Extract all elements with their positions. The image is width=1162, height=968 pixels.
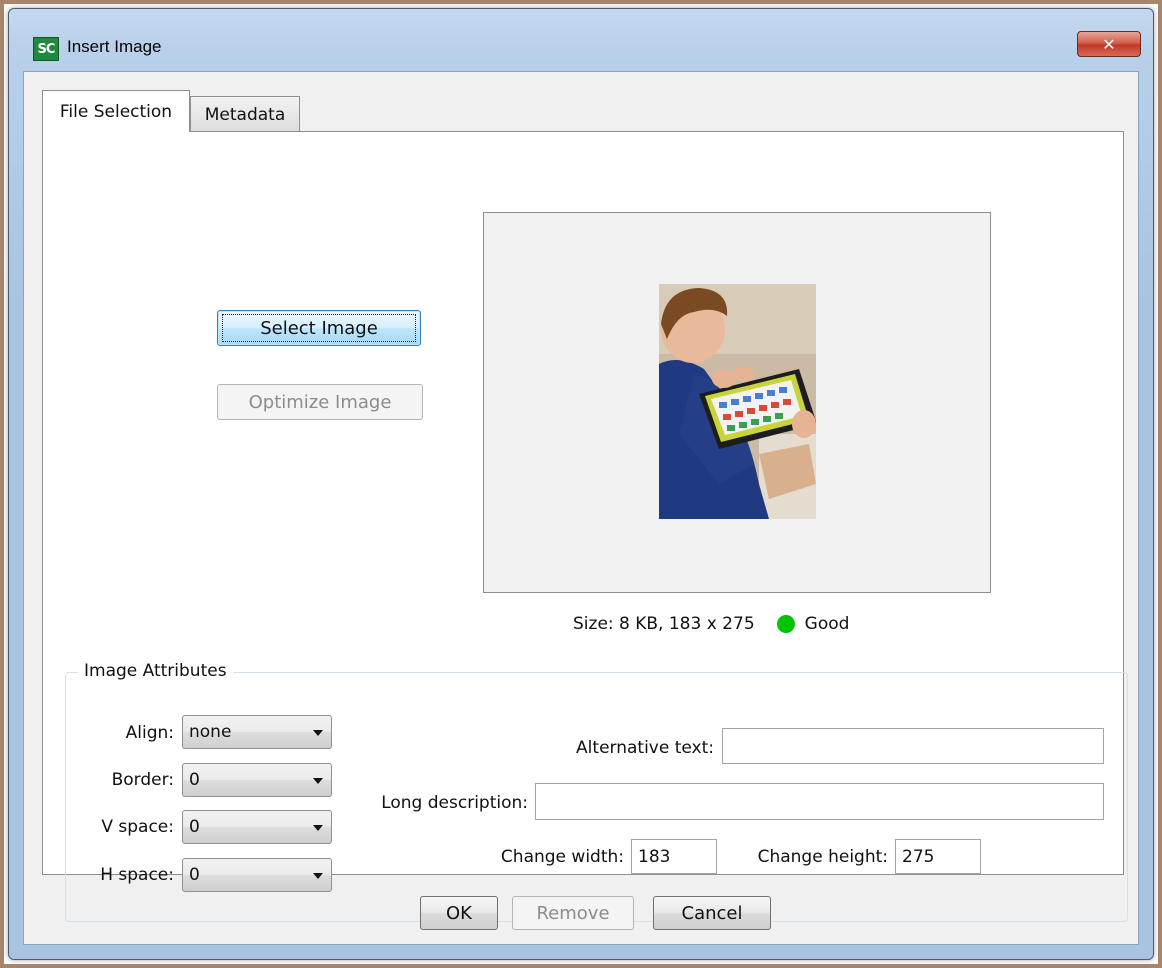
hspace-label: H space: — [100, 865, 174, 885]
image-quality-text: Good — [804, 614, 850, 634]
dialog-title: Insert Image — [67, 37, 162, 56]
alt-text-label: Alternative text: — [576, 738, 714, 758]
close-button[interactable]: ✕ — [1077, 31, 1141, 57]
image-size-text: Size: 8 KB, 183 x 275 — [573, 614, 755, 634]
border-value: 0 — [189, 770, 200, 790]
vspace-value: 0 — [189, 817, 200, 837]
long-description-label: Long description: — [381, 793, 528, 813]
tab-file-selection[interactable]: File Selection — [42, 90, 190, 132]
close-icon: ✕ — [1102, 34, 1116, 54]
title-bar: SC Insert Image ✕ — [9, 9, 1153, 71]
change-height-label: Change height: — [757, 847, 888, 867]
tab-file-selection-label: File Selection — [59, 101, 173, 122]
tab-metadata-label: Metadata — [204, 104, 286, 125]
status-dot-icon — [776, 615, 795, 633]
chevron-down-icon — [313, 778, 323, 784]
optimize-image-label: Optimize Image — [248, 391, 392, 413]
tab-metadata[interactable]: Metadata — [190, 96, 300, 132]
file-selection-panel: Select Image Optimize Image Size: 8 KB, … — [42, 131, 1128, 922]
optimize-image-button[interactable]: Optimize Image — [217, 384, 423, 420]
app-logo-icon: SC — [33, 37, 59, 61]
change-width-input[interactable] — [631, 839, 717, 874]
image-attributes-legend: Image Attributes — [78, 661, 233, 681]
border-label: Border: — [111, 770, 174, 790]
remove-button[interactable]: Remove — [512, 896, 634, 930]
chevron-down-icon — [313, 873, 323, 879]
select-image-button[interactable]: Select Image — [217, 310, 421, 346]
insert-image-dialog: SC Insert Image ✕ File Selection Metadat… — [8, 8, 1154, 960]
align-select[interactable]: none — [182, 715, 332, 749]
focus-rectangle — [222, 314, 416, 342]
long-description-input[interactable] — [535, 783, 1104, 820]
border-select[interactable]: 0 — [182, 763, 332, 797]
cancel-label: Cancel — [681, 902, 743, 924]
change-height-input[interactable] — [895, 839, 981, 874]
hspace-value: 0 — [189, 865, 200, 885]
vspace-label: V space: — [101, 817, 174, 837]
vspace-select[interactable]: 0 — [182, 810, 332, 844]
dialog-client-area: File Selection Metadata Select Image Opt… — [23, 71, 1139, 945]
alt-text-input[interactable] — [722, 728, 1104, 764]
ok-label: OK — [446, 902, 472, 924]
hspace-select[interactable]: 0 — [182, 858, 332, 892]
image-preview — [483, 212, 991, 593]
align-value: none — [189, 722, 232, 742]
change-width-label: Change width: — [500, 847, 624, 867]
image-attributes-group: Image Attributes Align: none Border: 0 V… — [65, 661, 1128, 922]
chevron-down-icon — [313, 825, 323, 831]
remove-label: Remove — [536, 902, 610, 924]
align-label: Align: — [125, 723, 174, 743]
preview-thumbnail — [659, 284, 816, 519]
cancel-button[interactable]: Cancel — [653, 896, 771, 930]
ok-button[interactable]: OK — [420, 896, 498, 930]
image-size-info: Size: 8 KB, 183 x 275 Good — [573, 612, 849, 636]
chevron-down-icon — [313, 730, 323, 736]
